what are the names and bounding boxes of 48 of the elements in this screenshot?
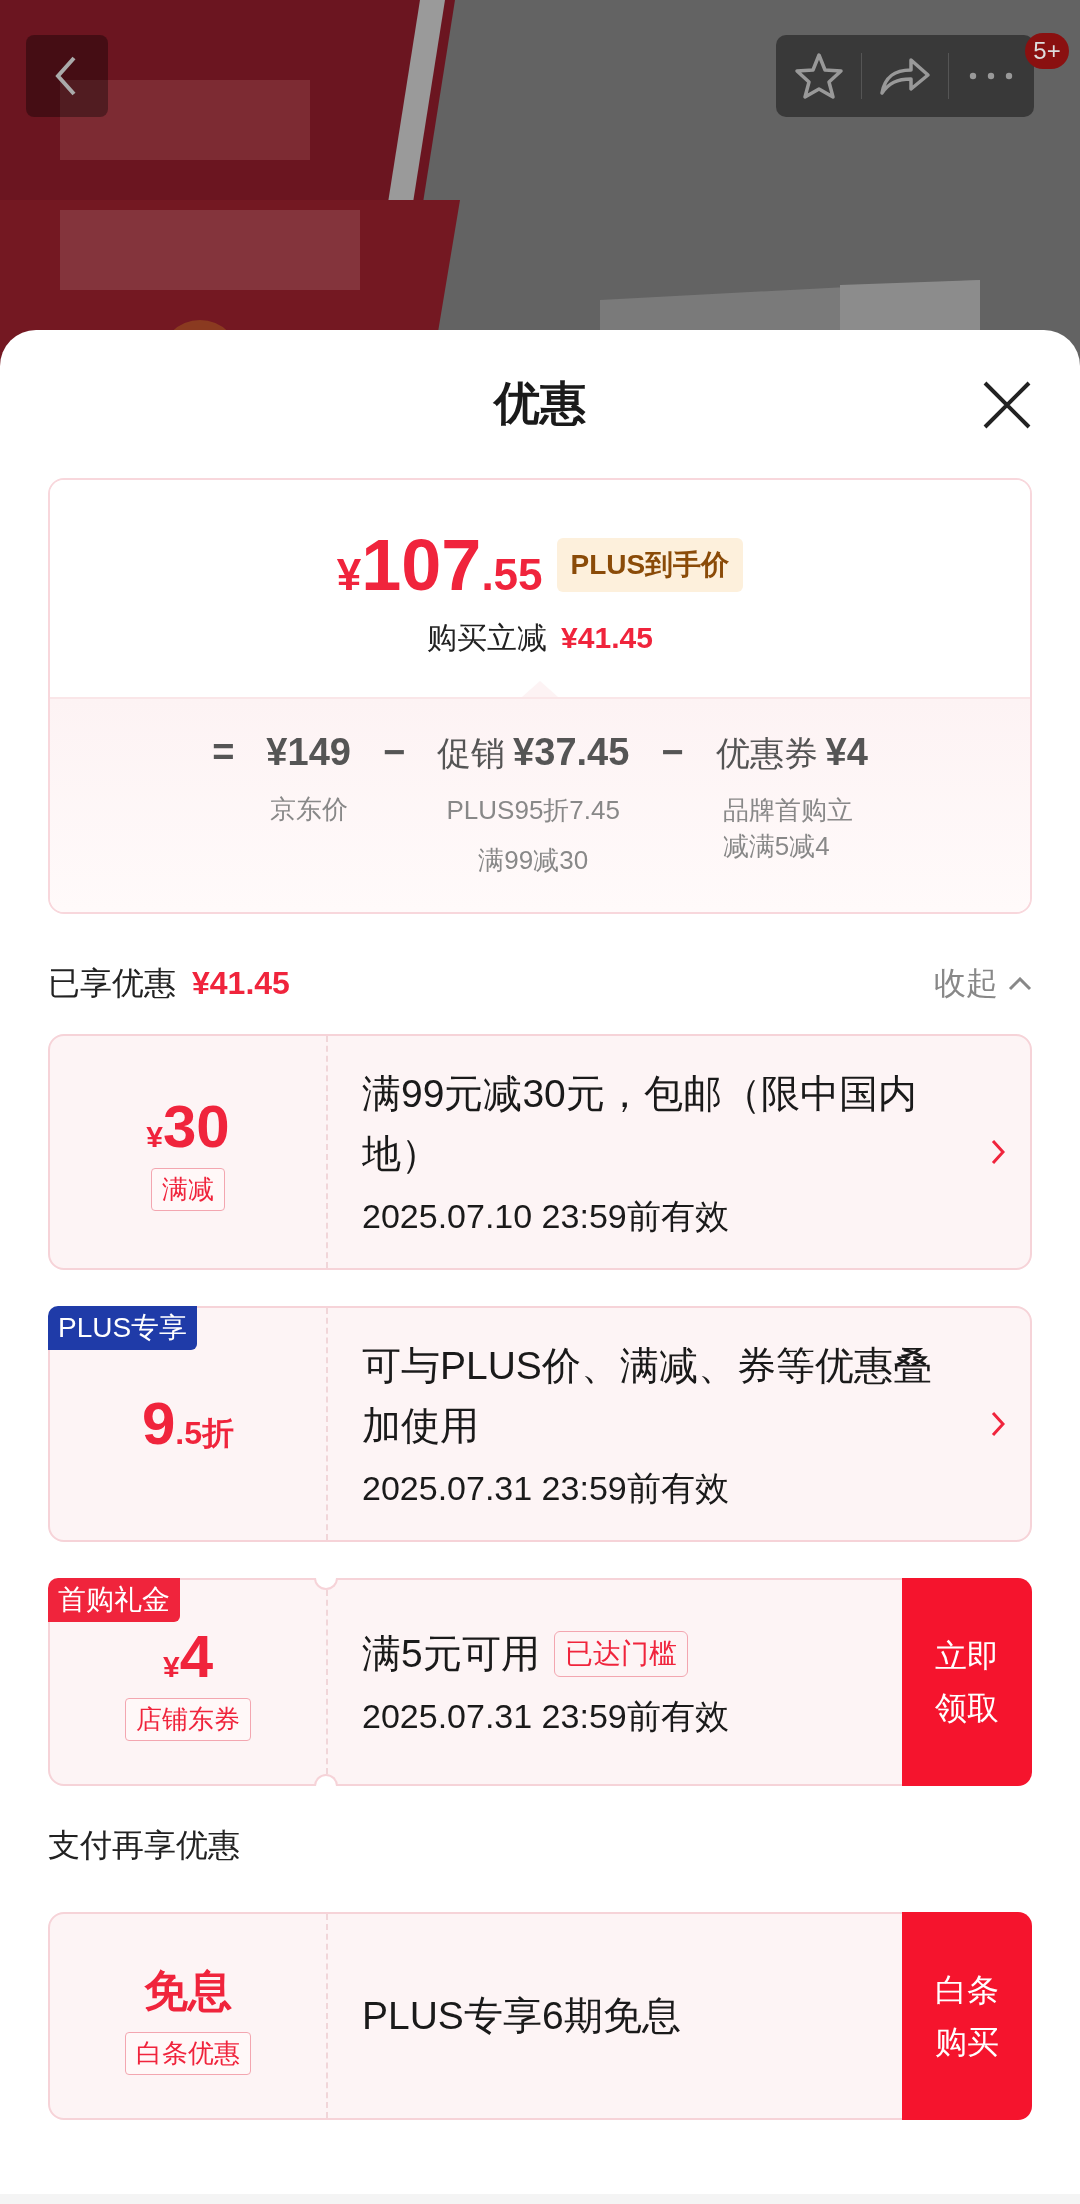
chevron-right-icon[interactable] <box>991 1411 1005 1437</box>
breakdown-amount: ¥37.45 <box>513 730 630 775</box>
claim-button[interactable]: 立即领取 <box>902 1578 1032 1786</box>
section-label: 已享优惠 <box>48 964 176 1003</box>
breakdown-note: 满99减30 <box>478 844 589 877</box>
coupon-value: 9.5折 <box>141 1391 235 1457</box>
breakdown-note: 京东价 <box>269 793 348 826</box>
breakdown-label: 促销 <box>437 733 506 774</box>
breakdown-amount: ¥4 <box>825 730 868 775</box>
section-label: 支付再享优惠 <box>48 1826 240 1865</box>
coupon-ribbon: PLUS专享 <box>48 1306 198 1350</box>
validity-text: 2025.07.31 23:59前有效 <box>362 1696 730 1737</box>
coupon-value: ¥4 <box>162 1623 214 1690</box>
coupon-value: 免息 <box>144 1964 232 2017</box>
operator-sign: = <box>212 730 235 775</box>
breakdown-label: 优惠券 <box>715 733 818 774</box>
coupon-tag: 白条优惠 <box>125 2031 251 2075</box>
coupon-ribbon: 首购礼金 <box>48 1578 180 1622</box>
close-button[interactable] <box>982 380 1032 430</box>
breakdown-note: 品牌首购立减满5减4 <box>722 794 854 863</box>
coupon-tag: 满减 <box>151 1167 225 1211</box>
collapse-toggle[interactable]: 收起 <box>934 962 1032 1006</box>
saving-label: 购买立减 <box>427 620 548 656</box>
final-price: ¥107.55 <box>336 524 543 606</box>
coupon-title: PLUS专享6期免息 <box>362 1993 681 2039</box>
saving-amount: ¥41.45 <box>561 621 653 655</box>
star-icon <box>793 52 844 100</box>
back-button[interactable] <box>26 35 108 117</box>
sheet-title: 优惠 <box>494 376 586 431</box>
breakdown-amount: ¥149 <box>266 730 351 775</box>
operator-sign: − <box>382 730 406 775</box>
operator-sign: − <box>661 730 684 775</box>
threshold-badge: 已达门槛 <box>553 1631 688 1677</box>
chevron-right-icon[interactable] <box>991 1139 1005 1165</box>
breakdown-note: PLUS95折7.45 <box>446 794 620 827</box>
coupon-title: 可与PLUS价、满减、券等优惠叠加使用 <box>362 1343 933 1449</box>
coupon-value: ¥30 <box>146 1093 230 1160</box>
claim-button[interactable]: 白条购买 <box>902 1912 1032 2120</box>
more-icon <box>969 72 1014 80</box>
share-icon <box>879 56 931 96</box>
validity-text: 2025.07.10 23:59前有效 <box>362 1196 730 1237</box>
section-amount: ¥41.45 <box>192 965 290 1002</box>
coupon-title: 满99元减30元，包邮（限中国内地） <box>362 1071 918 1177</box>
coupon-title: 满5元可用 <box>362 1631 540 1677</box>
close-icon <box>982 380 1032 430</box>
price-tag: PLUS到手价 <box>556 538 744 592</box>
coupon-tag: 店铺东券 <box>125 1697 251 1741</box>
validity-text: 2025.07.31 23:59前有效 <box>362 1468 730 1509</box>
